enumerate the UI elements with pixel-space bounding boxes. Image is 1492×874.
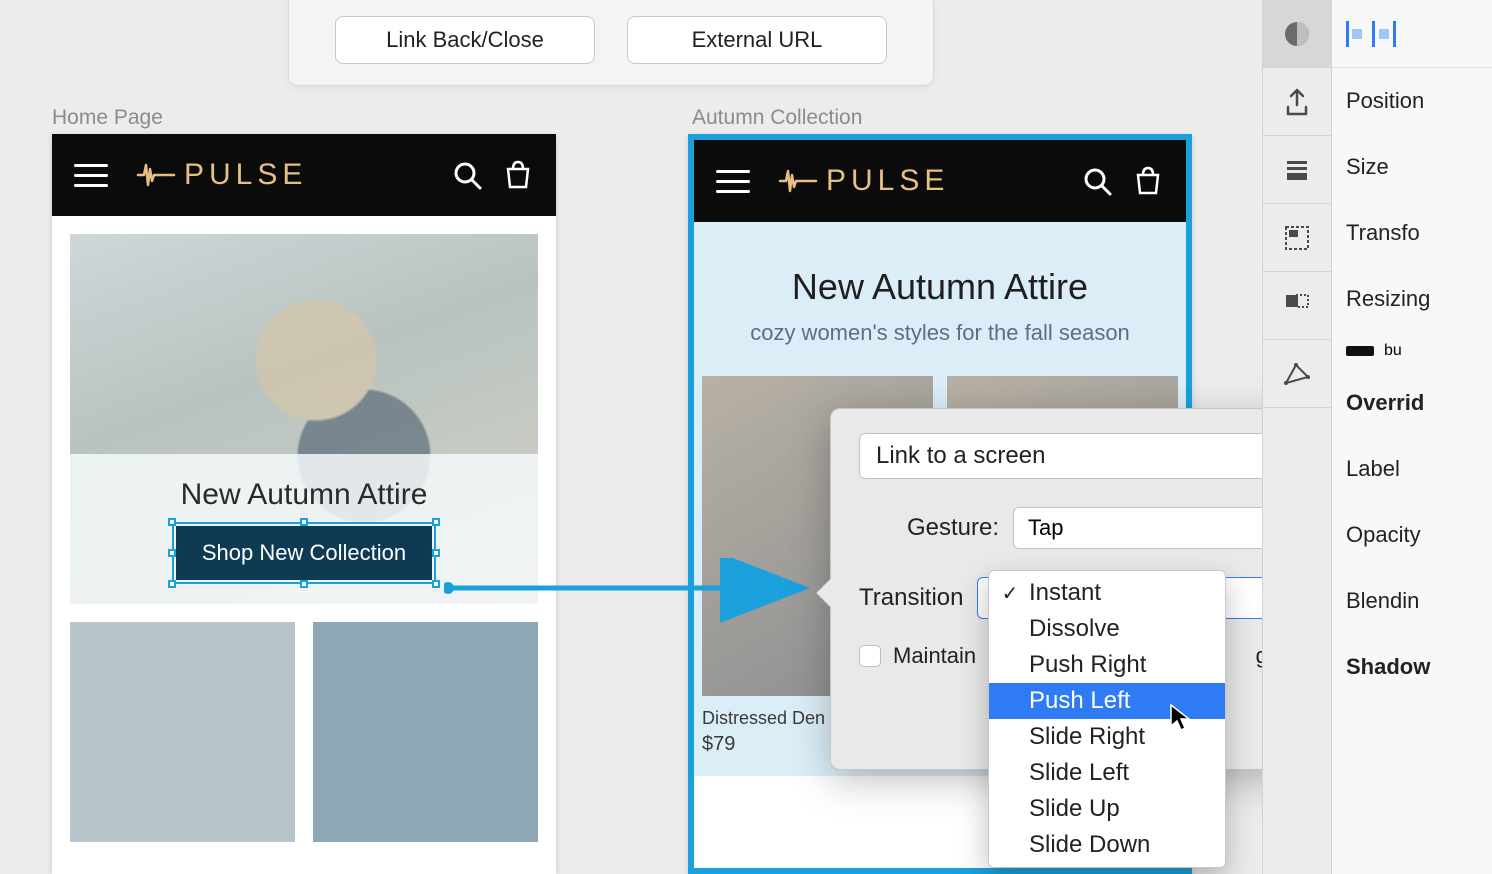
resize-handle[interactable]	[300, 518, 308, 526]
resize-handle[interactable]	[168, 549, 176, 557]
shopping-bag-icon[interactable]	[502, 159, 534, 191]
inspector-prop-blending[interactable]: Blendin	[1332, 568, 1492, 634]
stack-icon[interactable]	[1263, 136, 1331, 204]
layer-name: bu	[1384, 342, 1402, 360]
link-type-button-group: Link Back/Close External URL	[288, 0, 934, 86]
thumbnail-row	[70, 622, 538, 842]
artboard-label-home[interactable]: Home Page	[52, 106, 163, 130]
resize-handle[interactable]	[168, 518, 176, 526]
transform-icon[interactable]	[1263, 340, 1331, 408]
hamburger-icon[interactable]	[716, 170, 750, 193]
dropdown-item-label: Push Right	[1029, 651, 1146, 679]
thumbnail-image	[313, 622, 538, 842]
dropdown-item-label: Slide Left	[1029, 759, 1129, 787]
dropdown-item-label: Slide Up	[1029, 795, 1120, 823]
link-destination-select[interactable]: Link to a screen	[859, 433, 1329, 479]
maintain-label: Maintain	[893, 643, 976, 669]
align-distribute-icon[interactable]	[1372, 21, 1396, 47]
search-icon[interactable]	[452, 160, 482, 190]
hero-title: New Autumn Attire	[181, 478, 428, 512]
inspector-prop-position[interactable]: Position	[1332, 68, 1492, 134]
inspector-prop-label[interactable]: Label	[1332, 436, 1492, 502]
dropdown-item-label: Slide Right	[1029, 723, 1145, 751]
app-header: PULSE	[52, 134, 556, 216]
pulse-logo-icon	[136, 161, 176, 189]
layout-icon[interactable]	[1263, 204, 1331, 272]
mouse-cursor-icon	[1170, 704, 1192, 732]
dropdown-item-label: Push Left	[1029, 687, 1130, 715]
dropdown-item-instant[interactable]: ✓ Instant	[989, 575, 1225, 611]
external-url-button[interactable]: External URL	[627, 16, 887, 64]
collection-subtitle: cozy women's styles for the fall season	[714, 320, 1166, 346]
artboard-home[interactable]: PULSE New Autumn Attire Shop New Collect…	[52, 134, 556, 874]
hero-image: New Autumn Attire Shop New Collection	[70, 234, 538, 604]
inspector-section-overrides[interactable]: Overrid	[1332, 370, 1492, 436]
dropdown-item-label: Slide Down	[1029, 831, 1150, 859]
collection-header: New Autumn Attire cozy women's styles fo…	[694, 222, 1186, 376]
dropdown-item-push-right[interactable]: Push Right	[989, 647, 1225, 683]
inspector-prop-opacity[interactable]: Opacity	[1332, 502, 1492, 568]
link-back-close-button[interactable]: Link Back/Close	[335, 16, 595, 64]
dropdown-item-label: Dissolve	[1029, 615, 1120, 643]
inspector-prop-size[interactable]: Size	[1332, 134, 1492, 200]
gesture-label: Gesture:	[859, 514, 999, 542]
brand: PULSE	[136, 158, 307, 192]
pulse-logo-icon	[778, 167, 818, 195]
export-icon[interactable]	[1263, 68, 1331, 136]
selected-element[interactable]: Shop New Collection	[176, 526, 432, 580]
resize-icon[interactable]	[1263, 272, 1331, 340]
resize-handle[interactable]	[168, 580, 176, 588]
brand-text: PULSE	[184, 158, 307, 192]
brand: PULSE	[778, 164, 949, 198]
hamburger-icon[interactable]	[74, 164, 108, 187]
hero-overlay: New Autumn Attire Shop New Collection	[70, 454, 538, 604]
inspector-icon-column	[1262, 0, 1332, 874]
alignment-controls	[1332, 0, 1492, 68]
inspector-panel: Position Size Transfo Resizing bu Overri…	[1262, 0, 1492, 874]
shopping-bag-icon[interactable]	[1132, 165, 1164, 197]
inspector-prop-transform[interactable]: Transfo	[1332, 200, 1492, 266]
dropdown-item-dissolve[interactable]: Dissolve	[989, 611, 1225, 647]
dropdown-item-slide-up[interactable]: Slide Up	[989, 791, 1225, 827]
maintain-scroll-checkbox[interactable]	[859, 645, 881, 667]
dropdown-item-label: Instant	[1029, 579, 1101, 607]
resize-handle[interactable]	[432, 580, 440, 588]
search-icon[interactable]	[1082, 166, 1112, 196]
shop-new-collection-button[interactable]: Shop New Collection	[176, 526, 432, 580]
resize-handle[interactable]	[432, 518, 440, 526]
select-value: Link to a screen	[860, 442, 1298, 470]
thumbnail-image	[70, 622, 295, 842]
inspector-prop-resizing[interactable]: Resizing	[1332, 266, 1492, 332]
dropdown-item-slide-left[interactable]: Slide Left	[989, 755, 1225, 791]
select-value: Tap	[1014, 515, 1298, 541]
collection-title: New Autumn Attire	[714, 266, 1166, 308]
checkmark-icon: ✓	[1001, 581, 1019, 606]
inspector-section-shadow[interactable]: Shadow	[1332, 634, 1492, 700]
align-left-icon[interactable]	[1346, 21, 1364, 47]
app-header: PULSE	[694, 140, 1186, 222]
resize-handle[interactable]	[300, 580, 308, 588]
inspector-layer-row[interactable]: bu	[1332, 332, 1492, 370]
dropdown-item-slide-down[interactable]: Slide Down	[989, 827, 1225, 863]
transition-label: Transition	[859, 584, 963, 612]
artboard-label-autumn[interactable]: Autumn Collection	[692, 106, 862, 130]
inspector-tab-style[interactable]	[1263, 0, 1331, 68]
inspector-properties-column: Position Size Transfo Resizing bu Overri…	[1332, 0, 1492, 874]
layer-swatch-icon	[1346, 346, 1374, 356]
brand-text: PULSE	[826, 164, 949, 198]
resize-handle[interactable]	[432, 549, 440, 557]
